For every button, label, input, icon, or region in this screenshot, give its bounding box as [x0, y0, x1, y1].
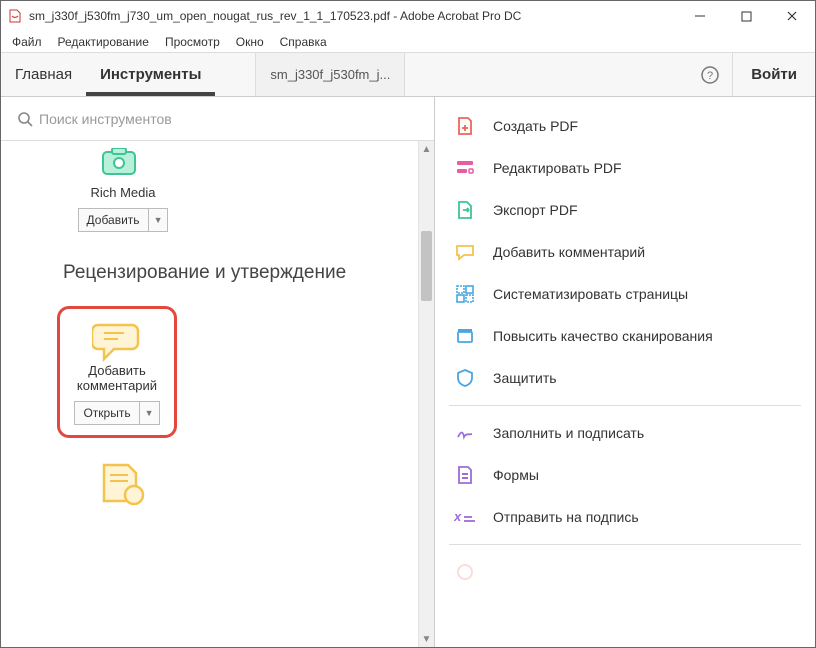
tool-label: Rich Media	[90, 185, 155, 200]
help-button[interactable]: ?	[688, 53, 732, 96]
tool-send-for-review[interactable]	[63, 464, 183, 506]
window-title: sm_j330f_j530fm_j730_um_open_nougat_rus_…	[29, 9, 677, 23]
tool-label: Повысить качество сканирования	[493, 328, 713, 344]
menu-help[interactable]: Справка	[273, 33, 334, 51]
tool-label: Редактировать PDF	[493, 160, 622, 176]
organize-pages-icon	[453, 282, 477, 306]
separator	[449, 544, 801, 545]
acrobat-icon	[7, 8, 23, 24]
tool-label: Добавить комментарий	[64, 363, 170, 393]
tool-label: Защитить	[493, 370, 557, 386]
tab-home[interactable]: Главная	[1, 53, 86, 96]
titlebar: sm_j330f_j530fm_j730_um_open_nougat_rus_…	[1, 1, 815, 31]
tool-label: Экспорт PDF	[493, 202, 578, 218]
more-icon	[453, 560, 477, 584]
tab-tools[interactable]: Инструменты	[86, 53, 215, 96]
tile-action-row: Добавить ▼	[78, 208, 169, 232]
scroll-down-arrow[interactable]: ▼	[419, 631, 434, 647]
close-button[interactable]	[769, 1, 815, 31]
comment-bubble-icon	[92, 319, 142, 363]
menu-window[interactable]: Окно	[229, 33, 271, 51]
top-toolbar: Главная Инструменты sm_j330f_j530fm_j...…	[1, 53, 815, 97]
login-button[interactable]: Войти	[732, 53, 815, 96]
menubar: Файл Редактирование Просмотр Окно Справк…	[1, 31, 815, 53]
scroll-thumb[interactable]	[421, 231, 432, 301]
menu-file[interactable]: Файл	[5, 33, 49, 51]
tool-more[interactable]	[435, 551, 815, 593]
tool-add-comment[interactable]: Добавить комментарий	[435, 231, 815, 273]
section-review-approve: Рецензирование и утверждение	[63, 262, 434, 284]
create-pdf-icon	[453, 114, 477, 138]
tool-rich-media[interactable]: Rich Media Добавить ▼	[63, 141, 183, 232]
export-pdf-icon	[453, 198, 477, 222]
tool-label: Отправить на подпись	[493, 509, 639, 525]
separator	[449, 405, 801, 406]
menu-edit[interactable]: Редактирование	[51, 33, 156, 51]
add-button[interactable]: Добавить	[78, 208, 149, 232]
search-row	[1, 97, 434, 141]
comment-icon	[453, 240, 477, 264]
left-scrollbar[interactable]: ▲ ▼	[418, 141, 434, 647]
tool-fill-sign[interactable]: Заполнить и подписать	[435, 412, 815, 454]
shield-icon	[453, 366, 477, 390]
tool-edit-pdf[interactable]: Редактировать PDF	[435, 147, 815, 189]
svg-text:x: x	[454, 509, 462, 524]
dropdown-caret[interactable]: ▼	[149, 208, 169, 232]
document-tabs: sm_j330f_j530fm_j...	[215, 53, 688, 96]
scan-icon	[453, 324, 477, 348]
content-area: Rich Media Добавить ▼ Рецензирование и у…	[1, 97, 815, 647]
minimize-button[interactable]	[677, 1, 723, 31]
tools-pane: Rich Media Добавить ▼ Рецензирование и у…	[1, 97, 435, 647]
svg-text:?: ?	[707, 70, 713, 82]
tool-organize-pages[interactable]: Систематизировать страницы	[435, 273, 815, 315]
open-button[interactable]: Открыть	[74, 401, 139, 425]
search-icon	[11, 110, 39, 128]
forms-icon	[453, 463, 477, 487]
tool-label: Создать PDF	[493, 118, 578, 134]
document-comment-icon	[96, 464, 150, 506]
right-tools-list: Создать PDF Редактировать PDF Экспорт PD…	[435, 97, 815, 647]
scroll-up-arrow[interactable]: ▲	[419, 141, 434, 157]
sign-icon	[453, 421, 477, 445]
tool-forms[interactable]: Формы	[435, 454, 815, 496]
tile-action-row: Открыть ▼	[74, 401, 159, 425]
tool-export-pdf[interactable]: Экспорт PDF	[435, 189, 815, 231]
camera-icon	[96, 141, 150, 183]
tool-label	[493, 564, 497, 580]
edit-pdf-icon	[453, 156, 477, 180]
tool-enhance-scan[interactable]: Повысить качество сканирования	[435, 315, 815, 357]
tool-label: Систематизировать страницы	[493, 286, 688, 302]
tool-add-comment-highlight: Добавить комментарий Открыть ▼	[57, 306, 177, 438]
menu-view[interactable]: Просмотр	[158, 33, 227, 51]
dropdown-caret[interactable]: ▼	[140, 401, 160, 425]
tool-send-for-signature[interactable]: x Отправить на подпись	[435, 496, 815, 538]
tool-label: Добавить комментарий	[493, 244, 645, 260]
tool-create-pdf[interactable]: Создать PDF	[435, 105, 815, 147]
tool-label: Формы	[493, 467, 539, 483]
send-sign-icon: x	[453, 505, 477, 529]
tool-label: Заполнить и подписать	[493, 425, 644, 441]
app-window: sm_j330f_j530fm_j730_um_open_nougat_rus_…	[0, 0, 816, 648]
document-tab[interactable]: sm_j330f_j530fm_j...	[255, 53, 405, 96]
window-controls	[677, 1, 815, 31]
search-input[interactable]	[39, 111, 424, 127]
tools-scroll[interactable]: Rich Media Добавить ▼ Рецензирование и у…	[1, 141, 434, 647]
tool-protect[interactable]: Защитить	[435, 357, 815, 399]
maximize-button[interactable]	[723, 1, 769, 31]
